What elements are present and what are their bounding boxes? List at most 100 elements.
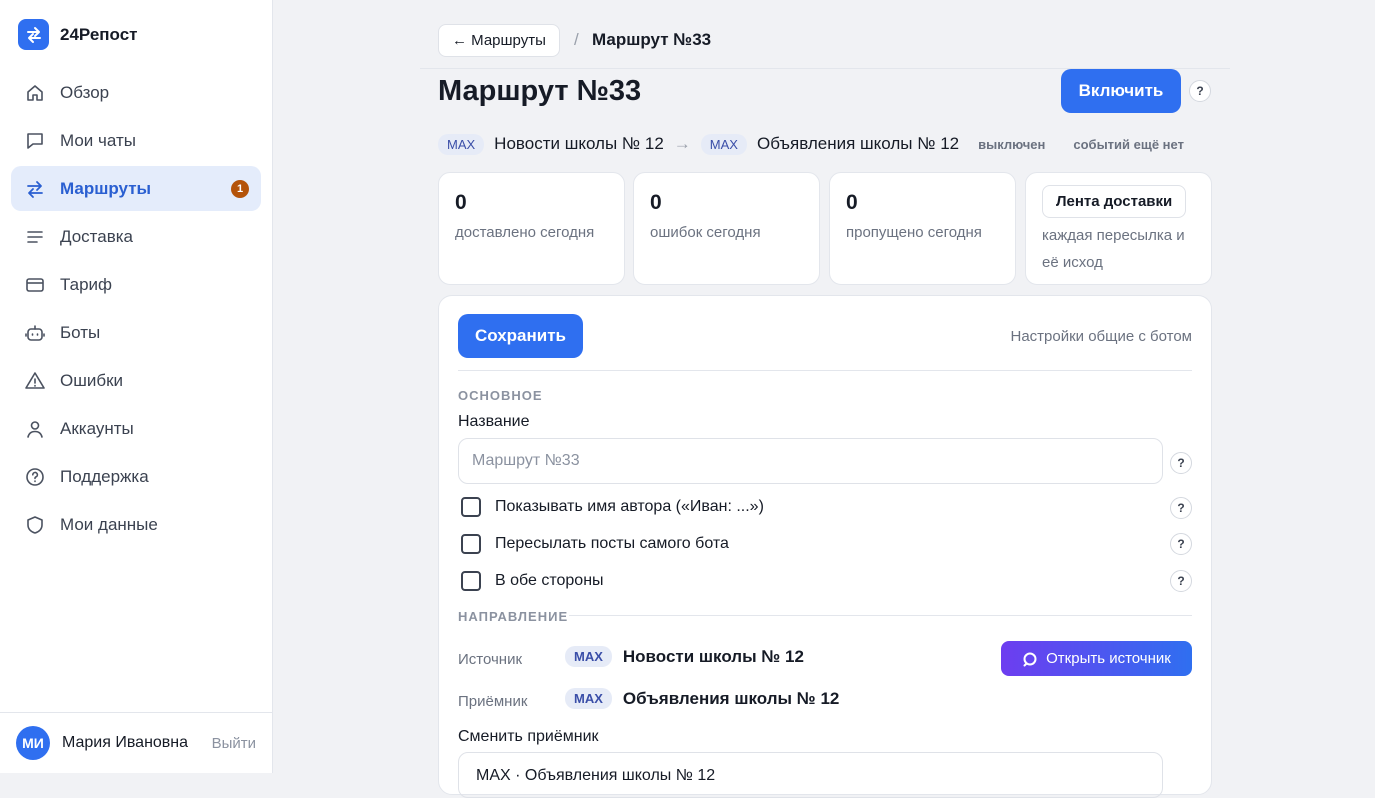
source-value: MAX Новости школы № 12 <box>565 646 804 667</box>
show-author-checkbox[interactable] <box>461 497 481 517</box>
warning-icon <box>24 370 46 392</box>
open-source-label: Открыть источник <box>1046 650 1171 667</box>
source-platform-tag: MAX <box>565 646 612 667</box>
help-icon[interactable]: ? <box>1170 497 1192 519</box>
route-summary: MAX Новости школы № 12 → MAX Объявления … <box>438 132 1184 156</box>
stat-skipped: 0 пропущено сегодня <box>829 172 1016 285</box>
sidebar-item-label: Мои данные <box>60 514 158 534</box>
arrow-right-icon: → <box>673 134 691 153</box>
help-icon[interactable]: ? <box>1170 533 1192 555</box>
user-icon <box>24 418 46 440</box>
target-platform-tag: MAX <box>565 688 612 709</box>
stat-feed: Лента доставки каждая пересылка и её исх… <box>1025 172 1212 285</box>
sidebar-item-delivery[interactable]: Доставка <box>11 214 261 259</box>
chat-bubble-icon <box>1023 652 1037 666</box>
brand-name: 24Репост <box>60 24 138 44</box>
checkbox-row-show-author: Показывать имя автора («Иван: ...») <box>461 497 764 517</box>
main-content: ← Маршруты / Маршрут №33 Маршрут №33 Вкл… <box>273 0 1375 798</box>
section-title-direction: НАПРАВЛЕНИЕ <box>458 609 569 624</box>
target-value: MAX Объявления школы № 12 <box>565 688 839 709</box>
save-button[interactable]: Сохранить <box>458 314 583 358</box>
logo-icon <box>18 19 49 50</box>
back-to-routes-button[interactable]: ← Маршруты <box>438 24 560 57</box>
sidebar-item-label: Ошибки <box>60 370 124 390</box>
bot-icon <box>24 322 46 344</box>
logout-link[interactable]: Выйти <box>212 735 256 752</box>
stat-label: ошибок сегодня <box>650 224 761 241</box>
sidebar-item-accounts[interactable]: Аккаунты <box>11 406 261 451</box>
page-title: Маршрут №33 <box>438 75 642 107</box>
help-icon[interactable]: ? <box>1189 80 1211 102</box>
sidebar-nav: Обзор Мои чаты Маршруты 1 Доставка Тариф… <box>11 70 261 550</box>
sidebar-item-label: Аккаунты <box>60 418 134 438</box>
target-platform-tag: MAX <box>700 133 747 155</box>
route-target-name: Объявления школы № 12 <box>756 134 960 153</box>
sidebar-item-label: Боты <box>60 322 101 342</box>
help-circle-icon <box>24 466 46 488</box>
target-label: Приёмник <box>458 693 528 710</box>
sidebar-item-routes[interactable]: Маршруты 1 <box>11 166 261 211</box>
enable-button[interactable]: Включить <box>1061 69 1181 113</box>
source-chat-name: Новости школы № 12 <box>622 646 804 666</box>
open-source-button[interactable]: Открыть источник <box>1001 641 1192 676</box>
target-chat-name: Объявления школы № 12 <box>622 688 840 708</box>
section-title-main: ОСНОВНОЕ <box>458 388 543 403</box>
feed-description: каждая пересылка и её исход <box>1042 227 1185 271</box>
sidebar-item-label: Мои чаты <box>60 130 136 150</box>
sidebar-item-my-data[interactable]: Мои данные <box>11 502 261 547</box>
sidebar-item-label: Обзор <box>60 82 110 102</box>
divider <box>458 370 1192 371</box>
breadcrumb-current: Маршрут №33 <box>592 30 712 49</box>
sidebar-item-support[interactable]: Поддержка <box>11 454 261 499</box>
change-target-select[interactable]: MAX · Объявления школы № 12 <box>458 752 1163 798</box>
breadcrumb: ← Маршруты / Маршрут №33 <box>420 0 1230 69</box>
routes-count-badge: 1 <box>231 180 249 198</box>
divider <box>569 615 1192 616</box>
stat-label: доставлено сегодня <box>455 224 595 241</box>
settings-note: Настройки общие с ботом <box>1010 328 1192 345</box>
help-icon[interactable]: ? <box>1170 452 1192 474</box>
brand[interactable]: 24Репост <box>18 19 138 50</box>
user-name: Мария Ивановна <box>62 734 189 751</box>
checkbox-row-bidirectional: В обе стороны <box>461 571 604 591</box>
list-icon <box>24 226 46 248</box>
chat-icon <box>24 130 46 152</box>
sidebar-item-label: Доставка <box>60 226 134 246</box>
sidebar-item-label: Поддержка <box>60 466 149 486</box>
routes-icon <box>24 178 46 200</box>
forward-bot-posts-checkbox[interactable] <box>461 534 481 554</box>
route-name-input[interactable] <box>458 438 1163 484</box>
user-bar: МИ Мария Ивановна Выйти <box>0 712 272 773</box>
sidebar-item-label: Маршруты <box>60 178 152 198</box>
help-icon[interactable]: ? <box>1170 570 1192 592</box>
checkbox-label: Показывать имя автора («Иван: ...») <box>495 498 764 515</box>
shield-icon <box>24 514 46 536</box>
route-settings-card: Сохранить Настройки общие с ботом ОСНОВН… <box>438 295 1212 798</box>
name-label: Название <box>458 413 530 430</box>
sidebar-item-chats[interactable]: Мои чаты <box>11 118 261 163</box>
delivery-feed-button[interactable]: Лента доставки <box>1042 185 1187 218</box>
breadcrumb-separator: / <box>574 30 579 49</box>
events-status: событий ещё нет <box>1073 136 1184 152</box>
stat-label: пропущено сегодня <box>846 224 982 241</box>
card-icon <box>24 274 46 296</box>
source-label: Источник <box>458 651 523 668</box>
change-target-label: Сменить приёмник <box>458 728 599 745</box>
status-badge: выключен <box>978 136 1046 152</box>
home-icon <box>24 82 46 104</box>
checkbox-label: Пересылать посты самого бота <box>495 535 729 552</box>
sidebar: 24Репост Обзор Мои чаты Маршруты 1 Доста… <box>0 0 273 773</box>
sidebar-item-bots[interactable]: Боты <box>11 310 261 355</box>
source-platform-tag: MAX <box>438 133 485 155</box>
checkbox-label: В обе стороны <box>495 572 604 589</box>
route-source-name: Новости школы № 12 <box>494 134 664 153</box>
stat-value: 0 <box>455 191 467 214</box>
stat-errors: 0 ошибок сегодня <box>633 172 820 285</box>
sidebar-item-errors[interactable]: Ошибки <box>11 358 261 403</box>
sidebar-item-overview[interactable]: Обзор <box>11 70 261 115</box>
bidirectional-checkbox[interactable] <box>461 571 481 591</box>
sidebar-item-tariff[interactable]: Тариф <box>11 262 261 307</box>
checkbox-row-forward-bot-posts: Пересылать посты самого бота <box>461 534 729 554</box>
stat-delivered: 0 доставлено сегодня <box>438 172 625 285</box>
avatar[interactable]: МИ <box>16 726 50 760</box>
